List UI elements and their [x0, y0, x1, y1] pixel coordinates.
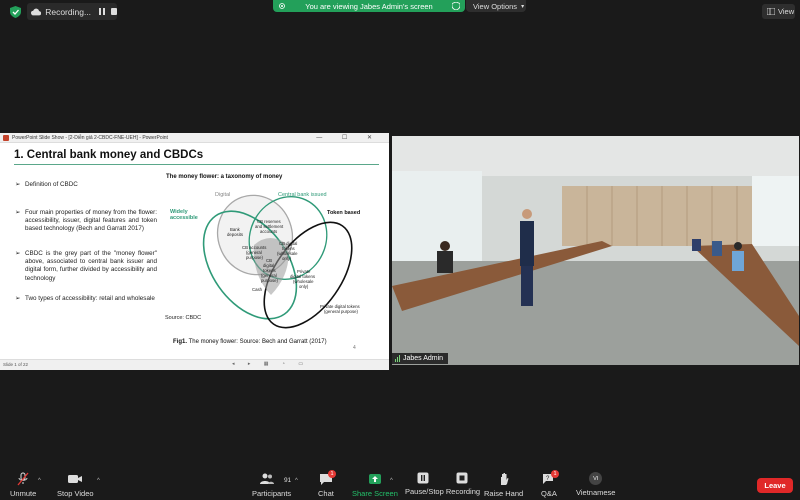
chevron-up-icon[interactable]: ^ — [38, 478, 41, 484]
slide-title: 1. Central bank money and CBDCs — [14, 149, 204, 161]
unmute-button[interactable]: Unmute — [10, 472, 36, 498]
share-screen-icon — [368, 474, 381, 484]
raise-hand-button[interactable]: Raise Hand — [484, 472, 523, 498]
participant-name: Jabes Admin — [403, 355, 444, 362]
arrow-bullet-icon: ➢ — [15, 209, 21, 216]
share-banner-text: You are viewing Jabes Admin's screen — [305, 1, 433, 11]
chat-label: Chat — [318, 489, 334, 498]
pause-recording-icon[interactable] — [99, 8, 106, 15]
view-options-label: View Options — [473, 1, 518, 11]
svg-text:accounts: accounts — [260, 229, 277, 234]
qa-button[interactable]: ? 1 Q&A — [541, 470, 559, 498]
slide-nav-icons[interactable]: ◂ ▸ ▦ ◔ ▭ — [232, 361, 309, 367]
share-screen-label: Share Screen — [352, 489, 398, 498]
signal-strength-icon — [395, 355, 400, 362]
share-screen-button[interactable]: Share Screen — [352, 472, 398, 498]
svg-text:only): only) — [299, 284, 309, 289]
money-flower-diagram: Digital Central bank issued Widely acces… — [170, 192, 360, 329]
grid-view-icon — [767, 8, 775, 15]
venn-label-digital: Digital — [215, 192, 230, 198]
arrow-bullet-icon: ➢ — [15, 181, 21, 188]
window-controls: — ☐ ✕ — [316, 135, 381, 141]
language-interpretation-button[interactable]: VI Vietnamese — [576, 472, 615, 497]
figure-caption: Fig1. The money flower: Source: Bech and… — [173, 339, 327, 345]
recording-label: Recording... — [45, 6, 92, 17]
participants-icon — [259, 473, 274, 484]
participants-label: Participants — [252, 489, 292, 498]
digital-circle — [216, 194, 294, 276]
title-divider — [14, 164, 379, 165]
seated-woman — [437, 251, 453, 273]
figure-source: Source: CBDC — [165, 315, 202, 321]
ppt-window-title: PowerPoint Slide Show - [2-Diễn giả 2-CB… — [12, 134, 168, 141]
svg-text:(general purpose): (general purpose) — [324, 309, 358, 314]
shared-screen-slide: PowerPoint Slide Show - [2-Diễn giả 2-CB… — [0, 133, 389, 370]
figure-title: The money flower: a taxonomy of money — [166, 174, 283, 180]
stop-icon — [456, 472, 468, 484]
stop-video-label: Stop Video — [57, 489, 94, 498]
chevron-up-icon[interactable]: ^ — [295, 478, 298, 484]
speaker-video-feed[interactable] — [392, 136, 799, 365]
bullet-item: ➢ Definition of CBDC — [15, 181, 78, 188]
page-marker: 4 — [353, 345, 356, 351]
venn-label-central-bank: Central bank issued — [278, 192, 327, 198]
arrow-bullet-icon: ➢ — [15, 250, 21, 257]
video-camera-icon — [68, 475, 83, 483]
speaker-head — [522, 209, 532, 219]
view-button[interactable]: View — [762, 4, 795, 19]
ceiling — [392, 136, 799, 176]
language-label: Vietnamese — [576, 488, 616, 497]
bullet-item: ➢ Four main properties of money from the … — [15, 209, 157, 233]
shield-outline-icon — [452, 2, 460, 10]
chat-button[interactable]: 1 Chat — [318, 470, 336, 498]
recording-indicator[interactable]: Recording... — [27, 3, 117, 20]
view-options-menu[interactable]: View Options ▾ — [466, 0, 526, 12]
chevron-down-icon: ▾ — [521, 3, 525, 10]
bullet-item: ➢ CBDC is the grey part of the "money flo… — [15, 250, 157, 282]
speaker-legs — [521, 266, 533, 306]
participants-count: 91 — [283, 477, 292, 484]
view-label: View — [778, 7, 795, 16]
participant-name-tag: Jabes Admin — [392, 353, 449, 364]
leave-button[interactable]: Leave — [757, 478, 793, 493]
chevron-up-icon[interactable]: ^ — [97, 478, 100, 484]
svg-text:only): only) — [282, 256, 292, 261]
meeting-toolbar — [0, 470, 800, 500]
slide-counter: Slide 1 of 22 — [3, 362, 29, 367]
hand-icon — [500, 473, 509, 485]
right-window — [752, 176, 799, 246]
cloud-record-icon — [31, 8, 42, 15]
screen-share-banner: You are viewing Jabes Admin's screen — [273, 0, 465, 12]
svg-text:purpose): purpose) — [261, 278, 279, 283]
raise-hand-label: Raise Hand — [484, 489, 524, 498]
arrow-bullet-icon: ➢ — [15, 295, 21, 302]
pause-icon — [417, 472, 429, 484]
speaker-body — [520, 221, 534, 266]
unmute-label: Unmute — [10, 489, 37, 498]
bullet-item: ➢ Two types of accessibility: retail and … — [15, 295, 155, 302]
stop-recording-icon[interactable] — [111, 8, 117, 15]
chat-badge: 1 — [328, 470, 336, 478]
participants-button[interactable]: 91 Participants — [252, 472, 291, 498]
svg-text:purpose): purpose) — [246, 255, 264, 260]
venn-label-accessible: accessible — [170, 215, 198, 221]
share-status-icon — [279, 3, 285, 9]
microphone-muted-icon — [17, 472, 29, 486]
stop-video-button[interactable]: Stop Video — [57, 472, 94, 498]
ppt-status-bar: Slide 1 of 22 ◂ ▸ ▦ ◔ ▭ — [0, 359, 389, 370]
svg-text:deposits: deposits — [227, 232, 243, 237]
qa-badge: 1 — [551, 470, 559, 478]
svg-text:Cash: Cash — [252, 287, 263, 292]
venn-label-token-based: Token based — [327, 210, 360, 216]
powerpoint-logo-icon — [3, 135, 9, 141]
chevron-up-icon[interactable]: ^ — [390, 478, 393, 484]
security-shield-icon[interactable] — [10, 6, 21, 18]
globe-language-icon: VI — [589, 472, 603, 485]
ppt-title-bar: PowerPoint Slide Show - [2-Diễn giả 2-CB… — [0, 133, 389, 143]
pause-stop-recording-button[interactable]: Pause/Stop Recording — [405, 472, 480, 496]
qa-label: Q&A — [541, 489, 557, 498]
pause-recording-label: Pause/Stop Recording — [405, 487, 481, 496]
